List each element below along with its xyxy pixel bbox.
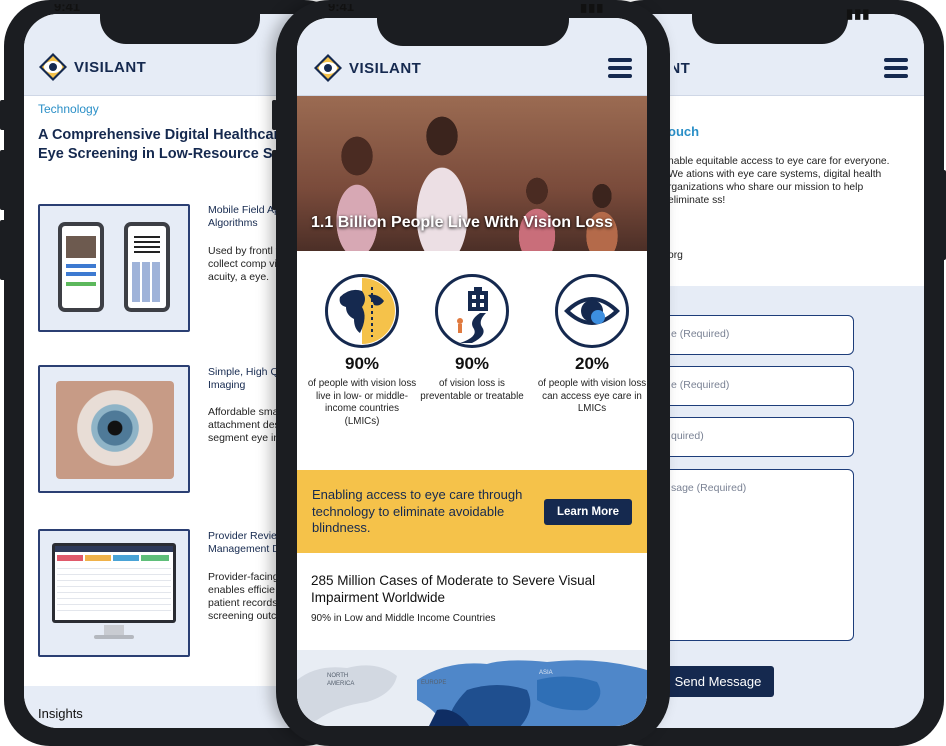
right-signal-icon: ▮▮▮ [846, 6, 871, 21]
menu-icon[interactable] [608, 58, 632, 78]
right-notch [692, 14, 848, 44]
stat-value-3: 20% [574, 354, 610, 373]
stat-desc-1: of people with vision loss live in low- … [307, 378, 417, 427]
map-label-europe: EUROPE [421, 680, 447, 686]
path-to-clinic-icon [435, 274, 509, 348]
center-notch [377, 18, 569, 46]
mockup-stage: { "brand": {"name": "VISILANT"}, "status… [0, 0, 946, 746]
world-map: NORTH AMERICA EUROPE ASIA [297, 650, 647, 726]
stat-access: 20% of people with vision loss can acces… [537, 274, 647, 416]
get-in-touch-heading: ouch [668, 124, 700, 139]
eye-logo-icon [39, 53, 67, 81]
email-text[interactable]: org [668, 250, 683, 261]
phone-center-side-button-2 [272, 150, 277, 210]
cases-subheading: 90% in Low and Middle Income Countries [311, 613, 496, 624]
category-label[interactable]: Technology [38, 102, 99, 116]
phone-left-side-button-1 [0, 100, 6, 130]
stat-value-2: 90% [454, 354, 490, 373]
brand-logo[interactable]: VISILANT [313, 53, 421, 83]
hero-image: 1.1 Billion People Live With Vision Loss [297, 96, 647, 251]
center-signal-icon: ▮▮▮ [580, 4, 605, 14]
stat-lmic: 90% of people with vision loss live in l… [307, 274, 417, 428]
phone-mockup-1 [58, 222, 104, 312]
stat-desc-2: of vision loss is preventable or treatab… [420, 378, 524, 402]
stat-desc-3: of people with vision loss can access ey… [537, 378, 647, 414]
phone-center-side-button [272, 100, 277, 130]
brand-name: VISILANT [74, 58, 147, 76]
phone-left-side-button-3 [0, 220, 6, 280]
first-name-placeholder: e (Required) [671, 328, 730, 340]
monitor-mockup [52, 543, 176, 623]
left-time: 9:41 [54, 4, 81, 14]
map-label-asia: ASIA [539, 670, 553, 676]
globe-icon [325, 274, 399, 348]
center-time: 9:41 [328, 4, 355, 14]
eye-icon [555, 274, 629, 348]
cta-banner: Enabling access to eye care through tech… [297, 470, 647, 553]
brand-logo[interactable]: VISILANT [38, 52, 146, 82]
send-message-button[interactable]: Send Message [662, 666, 774, 697]
eye-photo [56, 381, 174, 479]
learn-more-button[interactable]: Learn More [544, 499, 632, 525]
brand-name: VISILANT [349, 59, 422, 77]
left-notch [100, 14, 260, 44]
stat-preventable: 90% of vision loss is preventable or tre… [417, 274, 527, 403]
insights-heading: Insights [38, 706, 83, 721]
world-map-graphic [297, 660, 647, 726]
mission-paragraph: nable equitable access to eye care for e… [668, 156, 890, 206]
email-placeholder: quired) [671, 430, 704, 442]
phone-center-screen: VISILANT 1.1 Billion People Live With Vi… [297, 18, 647, 726]
stat-value-1: 90% [344, 354, 380, 373]
phone-left-side-button-2 [0, 150, 6, 210]
cases-heading: 285 Million Cases of Moderate to Severe … [311, 573, 596, 605]
message-placeholder: sage (Required) [671, 482, 747, 494]
eye-logo-icon [314, 54, 342, 82]
hero-caption: 1.1 Billion People Live With Vision Loss [311, 214, 613, 231]
feature-image-dashboard [38, 529, 190, 657]
last-name-placeholder: e (Required) [671, 379, 730, 391]
banner-text: Enabling access to eye care through tech… [312, 487, 523, 535]
map-label-north-america: NORTH AMERICA [327, 673, 355, 687]
phone-right-side-button [940, 170, 946, 260]
phone-mockup-2 [124, 222, 170, 312]
feature-image-eye [38, 365, 190, 493]
feature-image-mobile-app [38, 204, 190, 332]
